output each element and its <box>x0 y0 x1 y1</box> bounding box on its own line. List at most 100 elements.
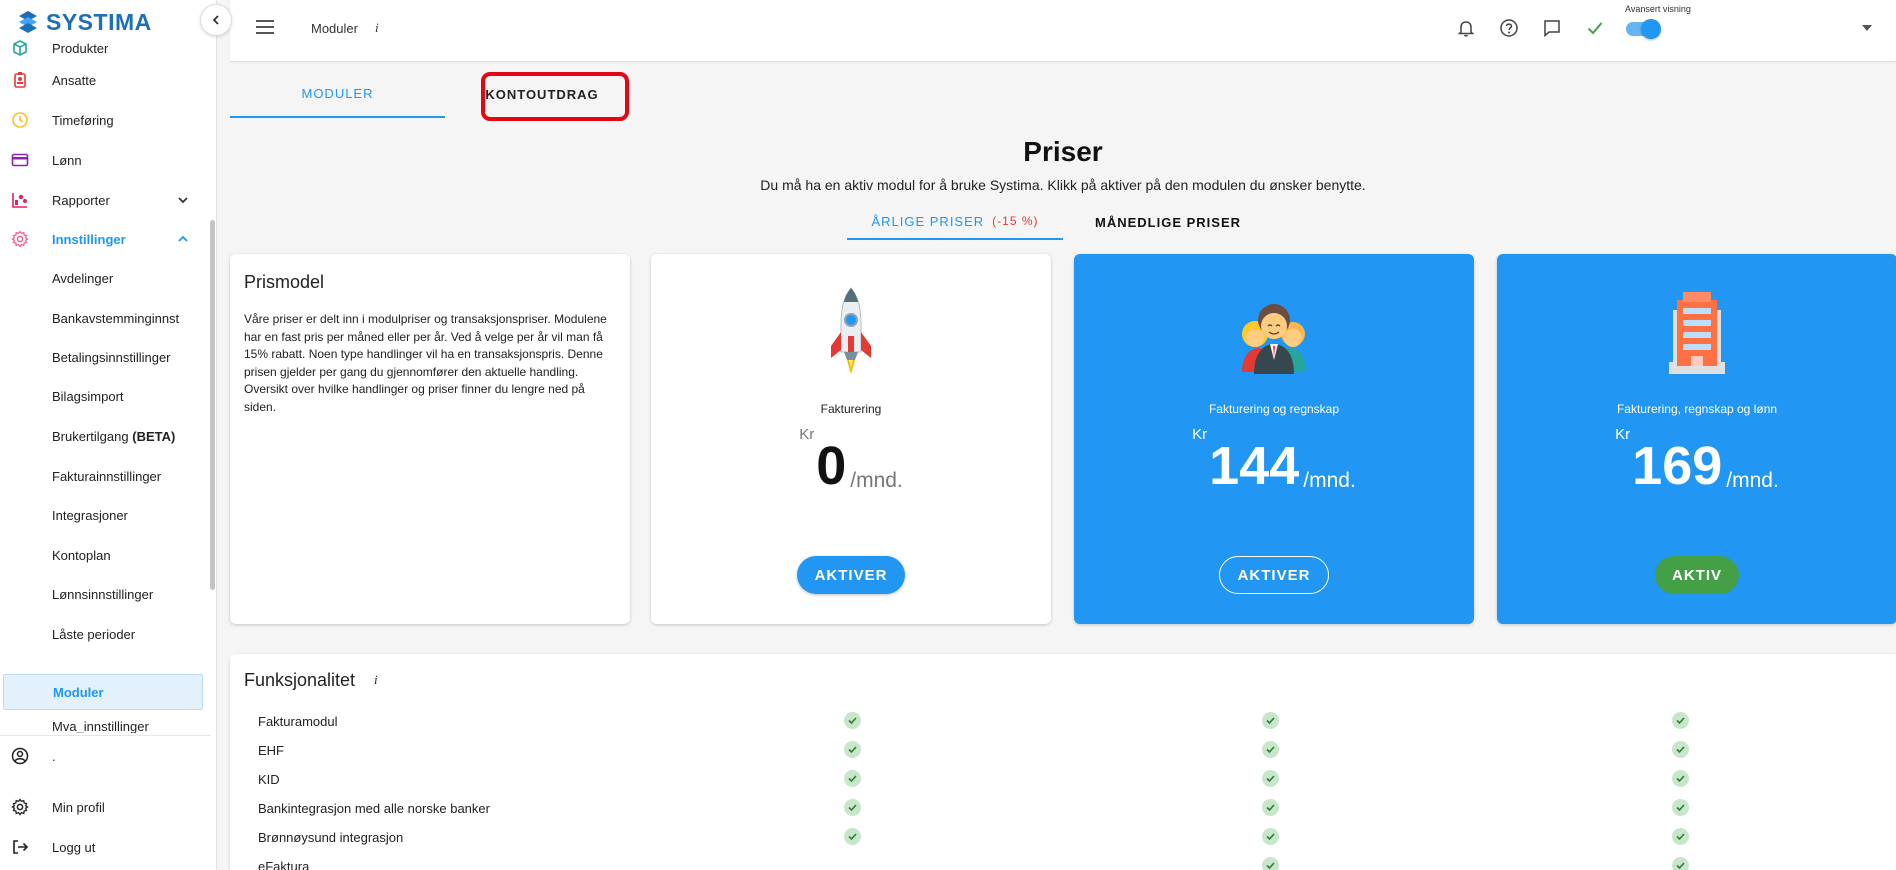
bell-icon[interactable] <box>1456 18 1476 38</box>
sidebar-bottom: . Min profil Logg ut <box>0 735 210 870</box>
feature-row: EHF <box>230 736 1896 765</box>
check-icon <box>1672 799 1689 816</box>
hamburger-menu-icon[interactable] <box>256 20 274 34</box>
box-icon <box>13 40 27 56</box>
check-icon <box>844 828 861 845</box>
feature-name: Brønnøysund integrasjon <box>258 830 404 845</box>
check-icon <box>1262 712 1279 729</box>
plan-card-fakturering-regnskap-lonn: Fakturering, regnskap og lønn Kr 169 /mn… <box>1497 254 1896 624</box>
check-icon <box>844 741 861 758</box>
tab-yearly-prices[interactable]: ÅRLIGE PRISER (-15 %) <box>847 204 1063 240</box>
sidebar-scrollbar[interactable] <box>210 220 215 590</box>
feature-name: Fakturamodul <box>258 714 338 729</box>
chat-icon[interactable] <box>1542 18 1562 38</box>
plan-price: Kr 144 /mnd. <box>1192 426 1356 496</box>
chevron-down-icon <box>178 197 188 204</box>
sidebar: SYSTIMA Produkter Ansatte Timeføring Løn… <box>0 0 217 870</box>
check-icon <box>844 712 861 729</box>
sidebar-subitem-lonnsinnstillinger[interactable]: Lønnsinnstillinger <box>0 576 208 612</box>
tab-kontoutdrag[interactable]: KONTOUTDRAG <box>481 70 603 118</box>
sidebar-subitem-kontoplan[interactable]: Kontoplan <box>0 537 208 573</box>
tab-moduler[interactable]: MODULER <box>230 70 445 118</box>
sidebar-subitem-fakturainnstillinger[interactable]: Fakturainnstillinger <box>0 458 208 494</box>
sidebar-item-produkter[interactable]: Produkter <box>0 38 208 58</box>
yearly-discount-badge: (-15 %) <box>992 214 1039 228</box>
sidebar-subitem-betalingsinnstillinger[interactable]: Betalingsinnstillinger <box>0 339 208 375</box>
sidebar-min-profil[interactable]: Min profil <box>0 789 208 825</box>
sidebar-nav: Produkter Ansatte Timeføring Lønn Rappor… <box>0 38 210 733</box>
plan-price: Kr 169 /mnd. <box>1615 426 1779 496</box>
user-circle-icon <box>11 747 29 765</box>
help-icon[interactable] <box>1499 18 1519 38</box>
checkmark-icon[interactable] <box>1585 18 1605 38</box>
plan-card-fakturering: Fakturering Kr 0 /mnd. AKTIVER <box>651 254 1051 624</box>
caret-down-icon[interactable] <box>1862 24 1872 32</box>
check-icon <box>1262 741 1279 758</box>
priser-title: Priser <box>1023 136 1103 167</box>
sidebar-subitem-bankavstemming[interactable]: Bankavstemminginnst <box>0 300 208 336</box>
systima-logo[interactable]: SYSTIMA <box>16 8 152 36</box>
logout-icon <box>13 840 29 854</box>
sidebar-subitem-bilagsimport[interactable]: Bilagsimport <box>0 378 208 414</box>
info-icon[interactable]: i <box>374 672 378 688</box>
plan-name: Fakturering, regnskap og lønn <box>1616 402 1778 416</box>
feature-row: Bankintegrasjon med alle norske banker <box>230 794 1896 823</box>
sidebar-item-ansatte[interactable]: Ansatte <box>0 62 208 98</box>
sidebar-subitem-brukertilgang[interactable]: Brukertilgang (BETA) <box>0 418 208 454</box>
feature-row: KID <box>230 765 1896 794</box>
feature-name: EHF <box>258 743 284 758</box>
collapse-sidebar-button[interactable] <box>200 4 232 36</box>
systima-logo-text: SYSTIMA <box>46 8 152 35</box>
feature-row: Fakturamodul <box>230 707 1896 736</box>
advanced-view-toggle[interactable] <box>1626 19 1661 39</box>
check-icon <box>1672 770 1689 787</box>
tab-monthly-prices[interactable]: MÅNEDLIGE PRISER <box>1063 204 1273 240</box>
sidebar-item-lonn[interactable]: Lønn <box>0 142 208 178</box>
aktiver-button-fakturering[interactable]: AKTIVER <box>797 556 905 594</box>
sidebar-subitem-avdelinger[interactable]: Avdelinger <box>0 260 208 296</box>
sidebar-logg-ut[interactable]: Logg ut <box>0 829 208 865</box>
check-icon <box>1672 741 1689 758</box>
check-icon <box>1262 770 1279 787</box>
advanced-view-label: Avansert visning <box>1625 4 1691 14</box>
topbar: Moduler i Avansert visning <box>230 0 1896 62</box>
aktiv-button-fakturering-regnskap-lonn[interactable]: AKTIV <box>1655 556 1739 594</box>
gear-icon <box>11 230 29 248</box>
toggle-knob <box>1641 19 1661 39</box>
card-icon <box>11 153 29 167</box>
feature-row: Brønnøysund integrasjon <box>230 823 1896 852</box>
plan-price: Kr 0 /mnd. <box>799 426 903 496</box>
aktiver-button-fakturering-regnskap[interactable]: AKTIVER <box>1219 556 1329 594</box>
feature-name: KID <box>258 772 280 787</box>
info-icon[interactable]: i <box>375 20 379 36</box>
check-icon <box>1672 712 1689 729</box>
sidebar-item-innstillinger[interactable]: Innstillinger <box>0 221 208 257</box>
chevron-up-icon <box>178 235 188 242</box>
funksjonalitet-section: Funksjonalitet i Fakturamodul EHF KID Banki… <box>230 654 1896 870</box>
clock-icon <box>12 112 28 128</box>
chevron-left-icon <box>212 15 219 25</box>
sidebar-item-timeforing[interactable]: Timeføring <box>0 102 208 138</box>
check-icon <box>1672 828 1689 845</box>
prismodel-text: Våre priser er delt inn i modulpriser og… <box>244 312 607 414</box>
sidebar-item-rapporter[interactable]: Rapporter <box>0 182 208 218</box>
check-icon <box>1672 857 1689 870</box>
badge-icon <box>14 72 26 88</box>
rocket-icon <box>831 287 871 374</box>
check-icon <box>844 799 861 816</box>
sidebar-subitem-mva-innstillinger[interactable]: Mva_innstillinger <box>0 710 208 733</box>
prismodel-title: Prismodel <box>244 272 325 292</box>
sidebar-user[interactable]: . <box>0 738 208 774</box>
sidebar-subitem-integrasjoner[interactable]: Integrasjoner <box>0 497 208 533</box>
sidebar-subitem-moduler[interactable]: Moduler <box>3 674 203 710</box>
page-title: Moduler <box>311 21 358 36</box>
feature-name: eFaktura <box>258 859 310 870</box>
feature-name: Bankintegrasjon med alle norske banker <box>258 801 490 816</box>
prismodel-card: Prismodel Våre priser er delt inn i modu… <box>230 254 630 624</box>
plan-name: Fakturering og regnskap <box>1208 402 1340 416</box>
chart-icon <box>12 193 27 208</box>
sidebar-subitem-laste-perioder[interactable]: Låste perioder <box>0 616 208 652</box>
check-icon <box>1262 799 1279 816</box>
check-icon <box>844 770 861 787</box>
plan-name: Fakturering <box>820 402 882 416</box>
